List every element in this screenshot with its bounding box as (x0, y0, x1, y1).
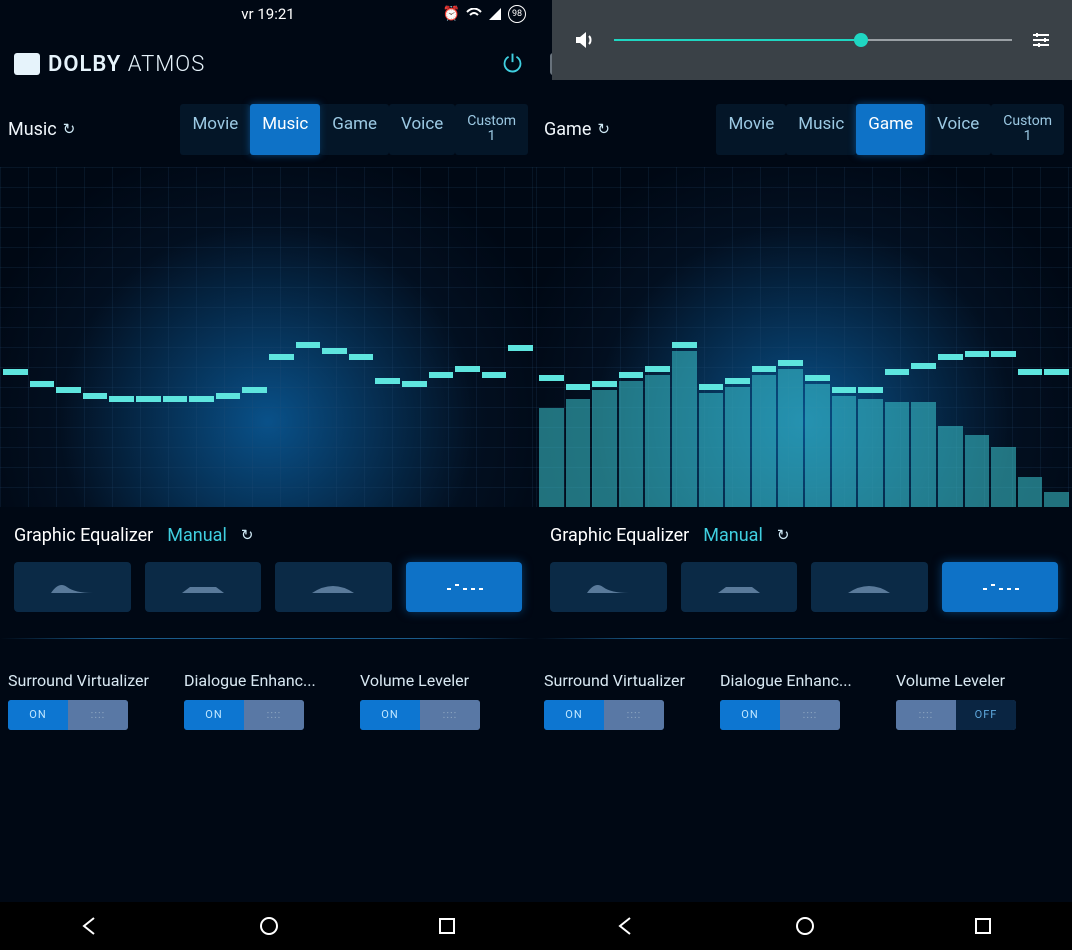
speaker-icon (572, 28, 596, 52)
tab-movie[interactable]: Movie (716, 104, 786, 155)
tab-game[interactable]: Game (856, 104, 925, 155)
tab-music[interactable]: Music (786, 104, 856, 155)
volume-overlay[interactable] (552, 0, 1072, 80)
toggle-switch[interactable]: ON:::: (8, 700, 128, 730)
control-surround-virtualizer: Surround VirtualizerON:::: (8, 671, 176, 886)
refresh-icon[interactable]: ↻ (597, 120, 610, 138)
status-bar: vr 19:21 ⏰ 98 (0, 0, 536, 28)
signal-icon (488, 8, 502, 20)
toggle-switch[interactable]: ON:::: (720, 700, 840, 730)
volume-slider[interactable] (614, 39, 1012, 41)
control-volume-leveler: Volume Leveler::::OFF (896, 671, 1064, 886)
eq-preset-2[interactable] (681, 562, 798, 612)
toggle-switch[interactable]: ON:::: (544, 700, 664, 730)
equalizer-visualizer[interactable] (0, 167, 536, 507)
eq-preset-1[interactable] (14, 562, 131, 612)
panel-right: DOLBY ATMOS ⏻ Game ↻ MovieMusicGameVoice… (536, 0, 1072, 902)
nav-back-icon[interactable] (79, 915, 101, 937)
mode-tabs: MovieMusicGameVoiceCustom1 (716, 104, 1064, 155)
ge-mode[interactable]: Manual (167, 525, 227, 546)
alarm-icon: ⏰ (443, 6, 460, 22)
tab-custom-1[interactable]: Custom1 (455, 104, 528, 155)
brand-text: DOLBY ATMOS (48, 52, 205, 77)
android-navbar (0, 902, 1072, 950)
status-time: vr 19:21 (241, 5, 294, 23)
preset-row (536, 556, 1072, 630)
eq-preset-4[interactable] (942, 562, 1059, 612)
toggle-switch[interactable]: ON:::: (360, 700, 480, 730)
current-mode-label: Game (544, 119, 591, 140)
eq-preset-2[interactable] (145, 562, 262, 612)
controls-row: Surround VirtualizerON::::Dialogue Enhan… (0, 647, 536, 902)
tab-game[interactable]: Game (320, 104, 389, 155)
preset-row (0, 556, 536, 630)
control-label: Surround Virtualizer (8, 671, 176, 690)
toggle-switch[interactable]: ::::OFF (896, 700, 1016, 730)
tab-voice[interactable]: Voice (389, 104, 455, 155)
nav-home-icon[interactable] (794, 915, 816, 937)
tab-voice[interactable]: Voice (925, 104, 991, 155)
nav-home-icon[interactable] (258, 915, 280, 937)
eq-preset-3[interactable] (811, 562, 928, 612)
control-volume-leveler: Volume LevelerON:::: (360, 671, 528, 886)
control-surround-virtualizer: Surround VirtualizerON:::: (544, 671, 712, 886)
panel-left: vr 19:21 ⏰ 98 DOLBY ATMOS ⏻ Music (0, 0, 536, 902)
settings-icon[interactable] (1030, 29, 1052, 51)
ge-title: Graphic Equalizer (14, 525, 153, 546)
eq-preset-4[interactable] (406, 562, 523, 612)
current-mode-label: Music (8, 119, 57, 140)
eq-preset-1[interactable] (550, 562, 667, 612)
nav-back-icon[interactable] (615, 915, 637, 937)
ge-mode[interactable]: Manual (703, 525, 763, 546)
battery-icon: 98 (508, 5, 526, 23)
control-label: Volume Leveler (360, 671, 528, 690)
wifi-icon (466, 8, 482, 20)
equalizer-visualizer[interactable] (536, 167, 1072, 507)
nav-recents-icon[interactable] (973, 916, 993, 936)
dolby-logo-icon (14, 53, 40, 75)
ge-title: Graphic Equalizer (550, 525, 689, 546)
refresh-icon[interactable]: ↻ (63, 120, 76, 138)
tab-movie[interactable]: Movie (180, 104, 250, 155)
tab-music[interactable]: Music (250, 104, 320, 155)
control-dialogue-enhanc-: Dialogue Enhanc...ON:::: (720, 671, 888, 886)
toggle-switch[interactable]: ON:::: (184, 700, 304, 730)
control-dialogue-enhanc-: Dialogue Enhanc...ON:::: (184, 671, 352, 886)
refresh-icon[interactable]: ↻ (777, 526, 790, 544)
power-button[interactable]: ⏻ (503, 50, 522, 78)
control-label: Surround Virtualizer (544, 671, 712, 690)
tab-custom-1[interactable]: Custom1 (991, 104, 1064, 155)
nav-recents-icon[interactable] (437, 916, 457, 936)
control-label: Dialogue Enhanc... (720, 671, 888, 690)
eq-preset-3[interactable] (275, 562, 392, 612)
mode-tabs: MovieMusicGameVoiceCustom1 (180, 104, 528, 155)
controls-row: Surround VirtualizerON::::Dialogue Enhan… (536, 647, 1072, 902)
control-label: Dialogue Enhanc... (184, 671, 352, 690)
refresh-icon[interactable]: ↻ (241, 526, 254, 544)
control-label: Volume Leveler (896, 671, 1064, 690)
